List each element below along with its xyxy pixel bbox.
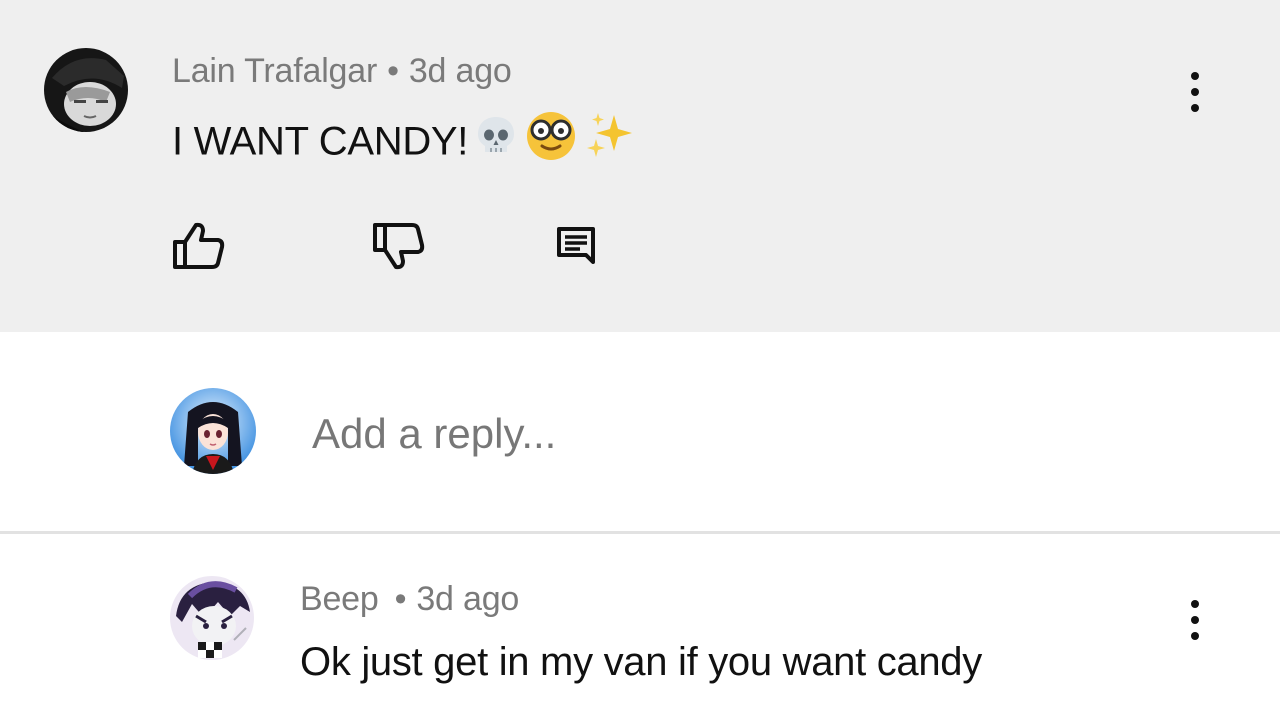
more-dot: [1191, 104, 1199, 112]
commenter-avatar[interactable]: [44, 48, 128, 132]
comment-text: I WANT CANDY!: [172, 119, 469, 164]
more-dot: [1191, 72, 1199, 80]
reply-more-options-button[interactable]: [1175, 590, 1215, 650]
comments-panel: Lain Trafalgar • 3d ago I WANT CANDY! Ad…: [0, 0, 1280, 720]
disguised-face-emoji: [524, 108, 578, 172]
meta-separator: •: [394, 580, 407, 618]
comment-meta: Lain Trafalgar • 3d ago: [172, 52, 512, 91]
more-dot: [1191, 600, 1199, 608]
sparkles-emoji: [584, 109, 636, 171]
reply-comment: Beep • 3d ago Ok just get in my van if you…: [0, 534, 1280, 720]
reply-time: 3d ago: [416, 580, 520, 618]
reply-meta: Beep • 3d ago: [300, 580, 519, 619]
reply-author[interactable]: Beep: [300, 580, 379, 618]
reply-text: Ok just get in my van if you want candy: [300, 640, 982, 684]
user-avatar: [170, 388, 256, 474]
comment-text-row: I WANT CANDY!: [172, 112, 636, 176]
reply-input[interactable]: [312, 404, 1112, 464]
skull-emoji: [474, 113, 518, 167]
highlighted-comment: Lain Trafalgar • 3d ago I WANT CANDY!: [0, 0, 1280, 332]
reply-composer: [0, 332, 1280, 532]
dislike-button[interactable]: [366, 214, 430, 278]
reply-author-avatar[interactable]: [170, 576, 254, 660]
more-dot: [1191, 88, 1199, 96]
comment-time: 3d ago: [408, 52, 512, 90]
more-dot: [1191, 632, 1199, 640]
comment-icon: [557, 227, 595, 264]
thumbs-down-icon: [373, 223, 425, 270]
thumbs-up-icon: [173, 222, 225, 269]
reply-button[interactable]: [544, 214, 608, 278]
like-button[interactable]: [166, 214, 230, 278]
comment-author[interactable]: Lain Trafalgar: [172, 52, 377, 90]
comment-more-options-button[interactable]: [1175, 62, 1215, 122]
meta-separator: •: [387, 52, 399, 90]
more-dot: [1191, 616, 1199, 624]
